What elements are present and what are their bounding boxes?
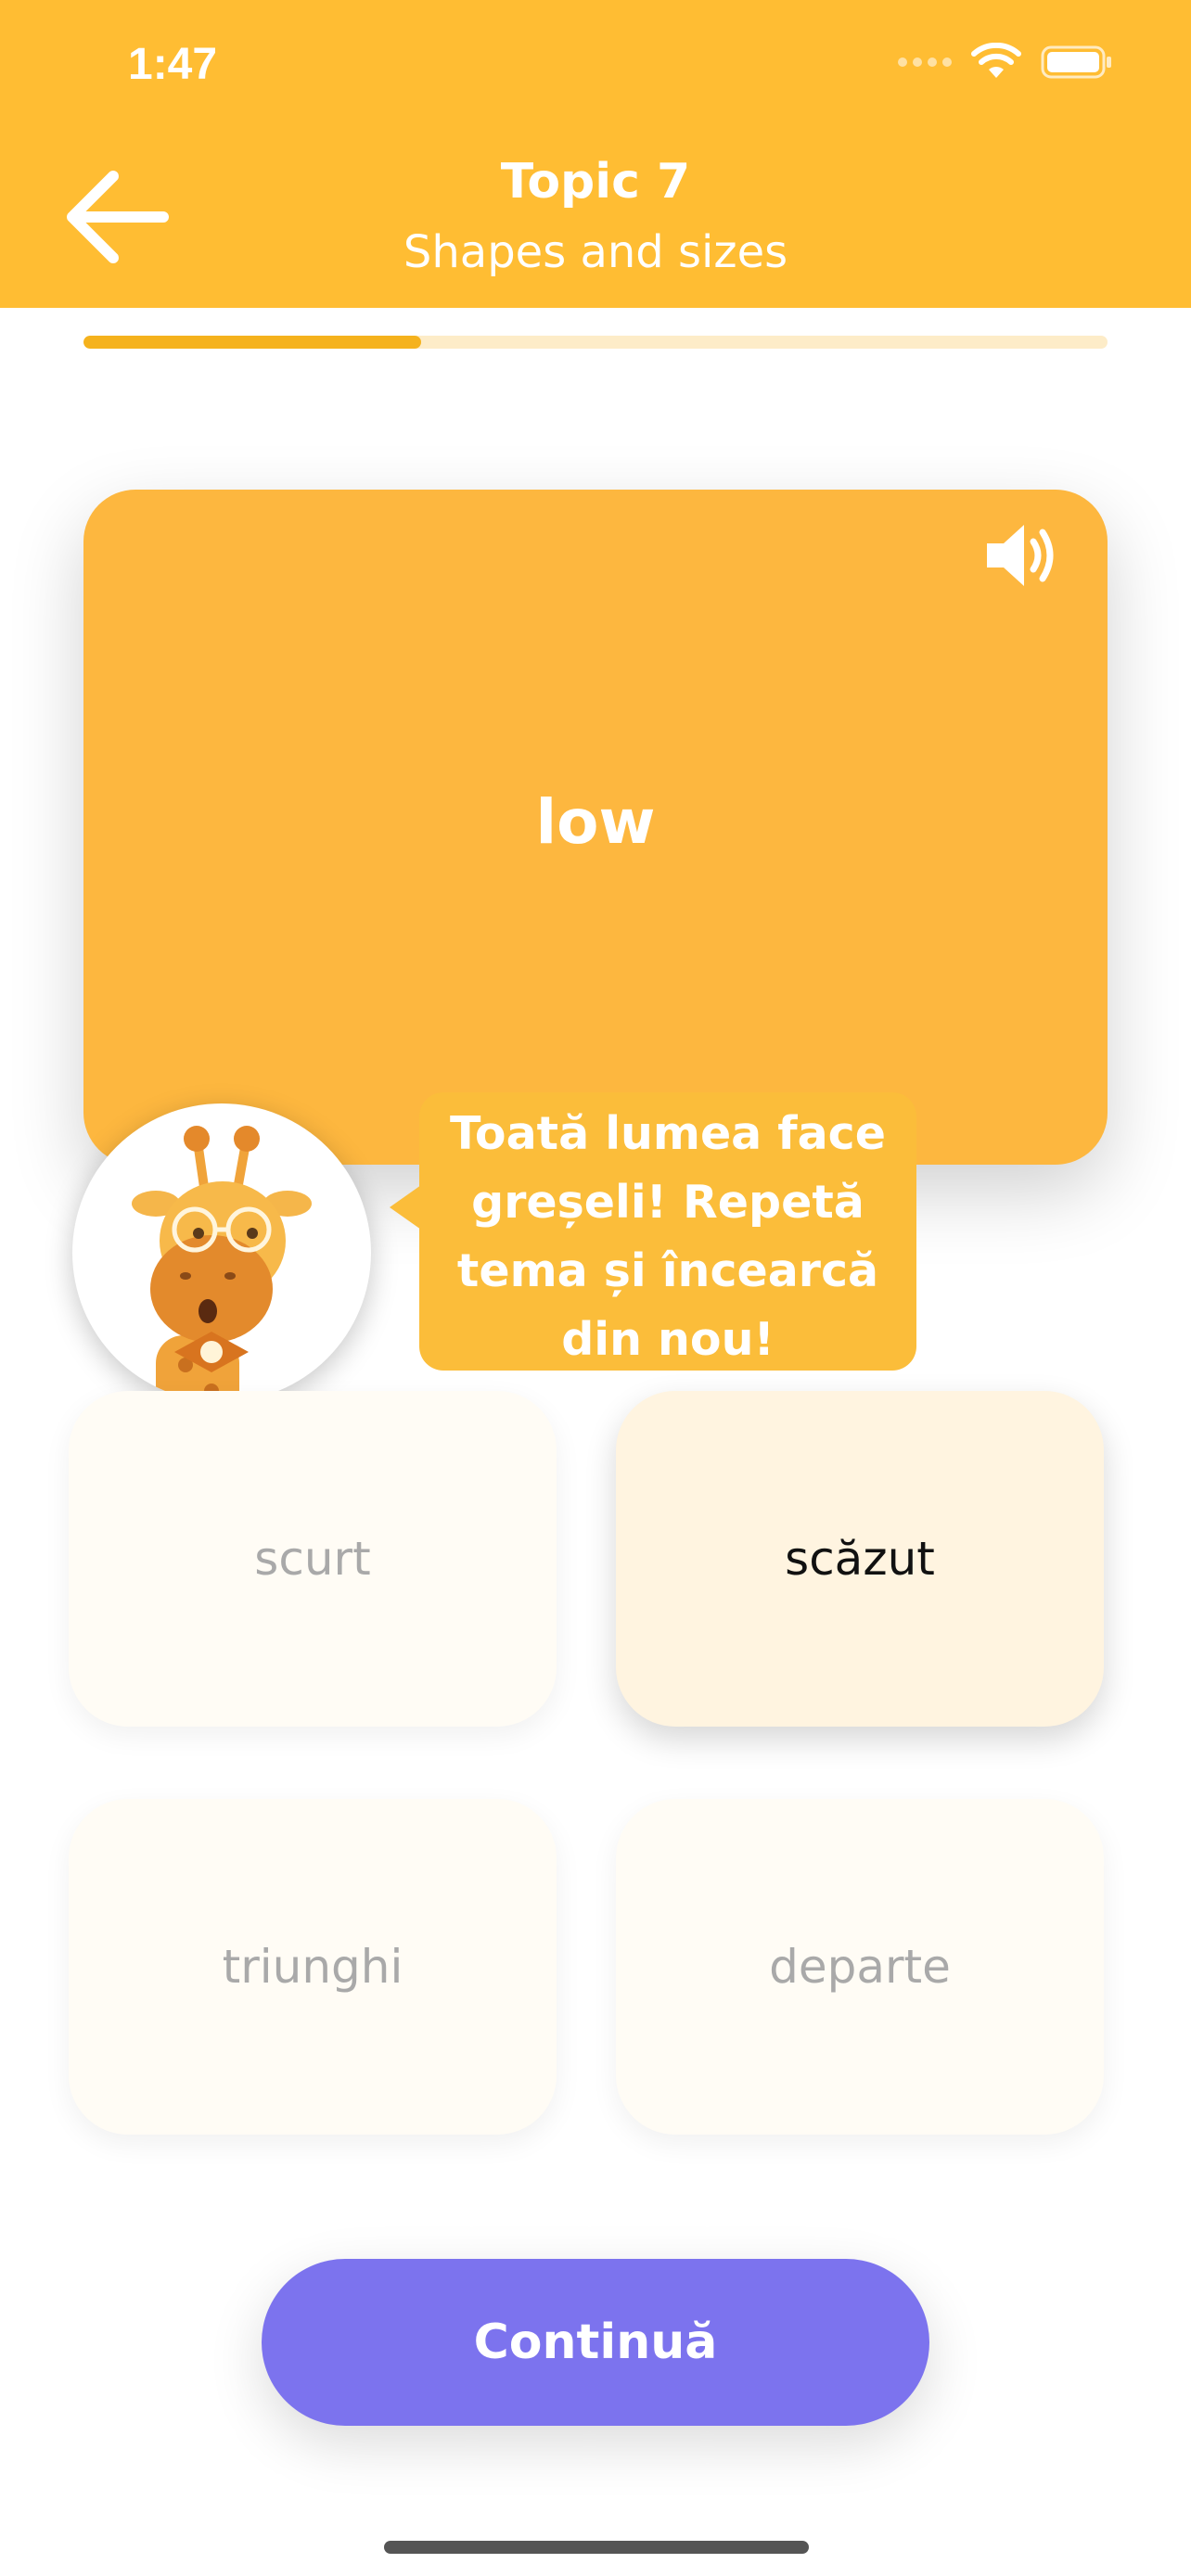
- answer-option-departe[interactable]: departe: [616, 1799, 1104, 2135]
- answer-option-scazut[interactable]: scăzut: [616, 1391, 1104, 1727]
- speech-line: greșeli! Repetă: [471, 1176, 864, 1229]
- speech-line: tema și încearcă: [456, 1244, 879, 1297]
- top-bar: 1:47 Topic 7 Shapes and sizes: [0, 0, 1191, 308]
- cellular-signal-icon: [898, 57, 952, 67]
- speaker-icon[interactable]: [981, 514, 1065, 597]
- mascot-speech-bubble: Toată lumea face greșeli! Repetă tema și…: [419, 1092, 916, 1371]
- home-indicator[interactable]: [384, 2541, 809, 2554]
- flashcard-word: low: [535, 786, 656, 858]
- topic-title: Topic 7: [500, 154, 691, 210]
- status-icons: [898, 43, 1113, 82]
- speech-line: din nou!: [561, 1313, 775, 1366]
- answer-option-triunghi[interactable]: triunghi: [69, 1799, 557, 2135]
- giraffe-icon: [132, 1126, 312, 1402]
- topic-subtitle: Shapes and sizes: [403, 226, 788, 278]
- status-time: 1:47: [128, 40, 218, 89]
- continue-button[interactable]: Continuă: [262, 2259, 929, 2426]
- answer-option-scurt[interactable]: scurt: [69, 1391, 557, 1727]
- giraffe-mascot-avatar: [72, 1103, 371, 1402]
- progress-bar: [83, 336, 1108, 349]
- flashcard: low: [83, 490, 1108, 1165]
- battery-icon: [1041, 45, 1111, 79]
- speech-line: Toată lumea face: [450, 1107, 886, 1160]
- speech-bubble-tail: [390, 1185, 421, 1230]
- progress-bar-fill: [83, 336, 422, 349]
- wifi-icon: [971, 43, 1021, 78]
